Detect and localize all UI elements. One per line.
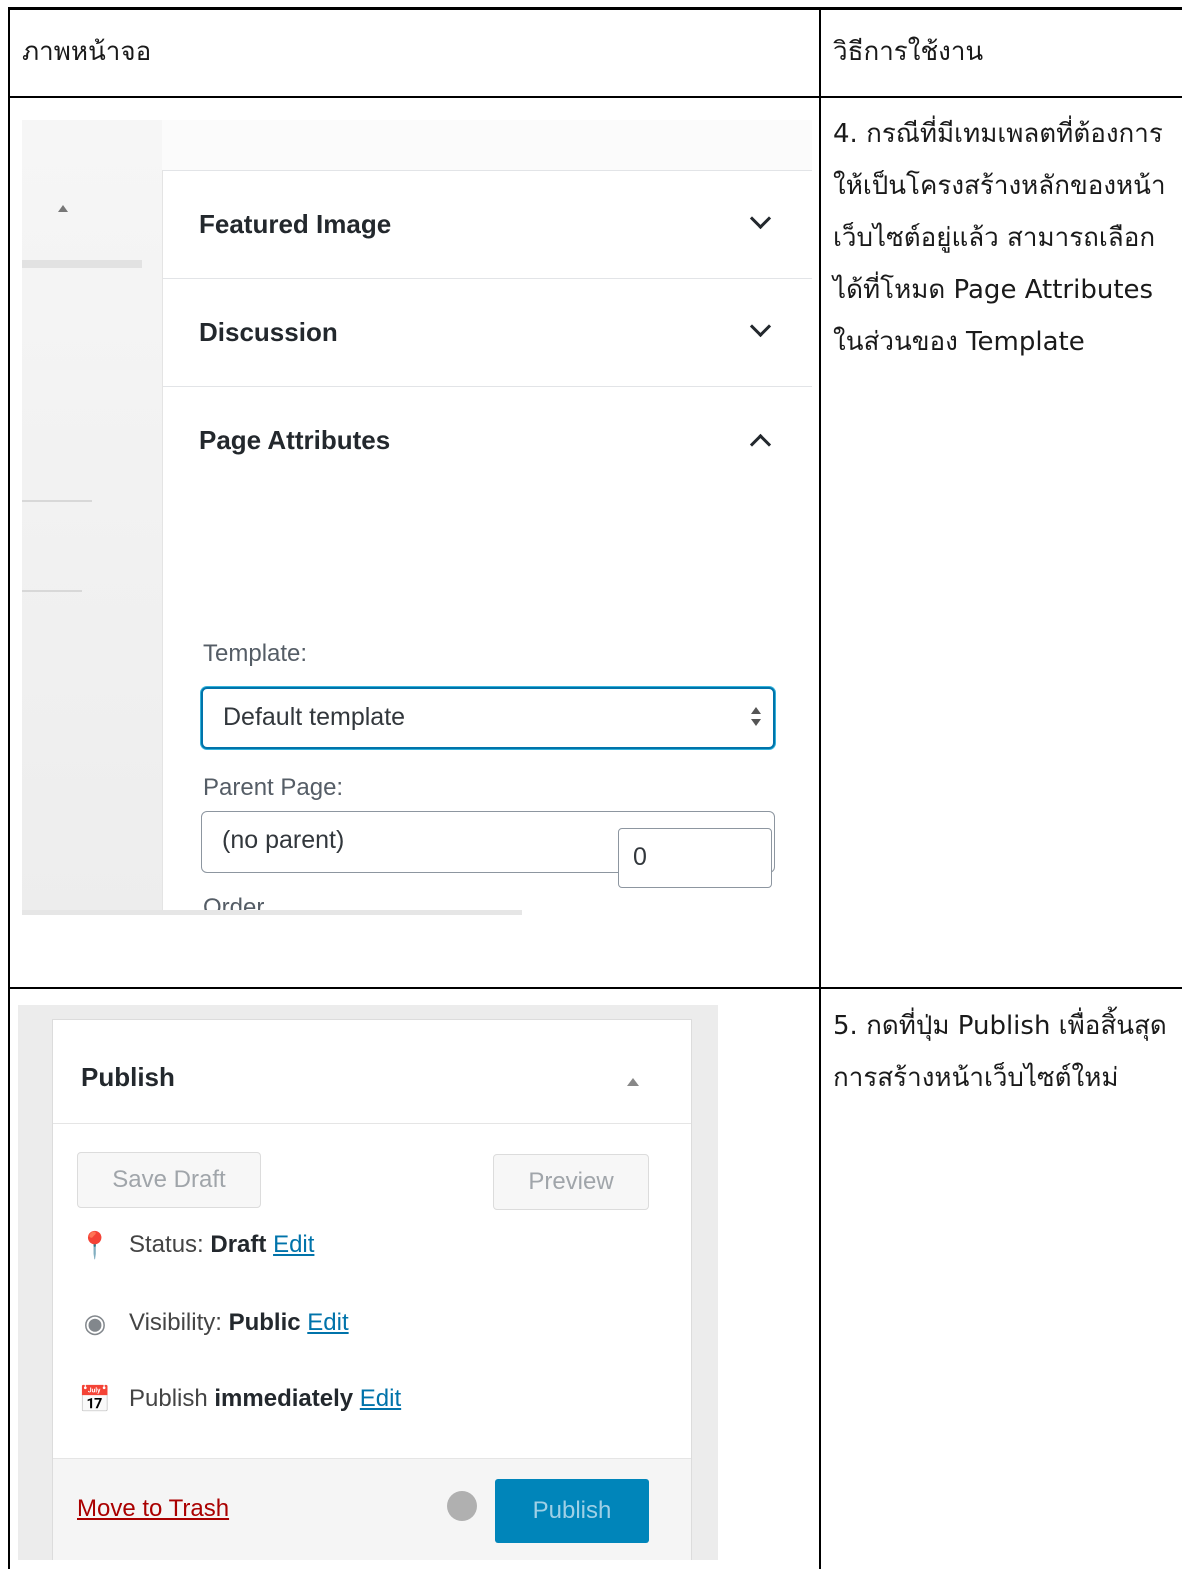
template-label: Template: xyxy=(203,640,308,667)
table-row-divider-2 xyxy=(8,987,1182,989)
chevron-down-icon[interactable] xyxy=(749,315,772,338)
publish-button[interactable]: Publish xyxy=(495,1479,649,1543)
parent-page-label: Parent Page: xyxy=(203,774,344,801)
publish-actions: Move to Trash Publish xyxy=(53,1458,691,1560)
document-sidebar-panel: Featured Image Discussion Page Attribute… xyxy=(162,170,812,915)
editor-left-strip xyxy=(22,120,162,915)
featured-image-title: Featured Image xyxy=(199,209,392,239)
header-screenshot: ภาพหน้าจอ xyxy=(22,37,152,67)
status-row: 📍 Status: Draft Edit xyxy=(77,1230,315,1261)
template-select-value: Default template xyxy=(223,703,406,731)
calendar-icon: 📅 xyxy=(78,1384,112,1414)
publish-date-label: Publish xyxy=(129,1384,215,1412)
pin-icon: 📍 xyxy=(78,1230,112,1260)
move-to-trash-link[interactable]: Move to Trash xyxy=(77,1495,229,1523)
status-edit-link[interactable]: Edit xyxy=(273,1231,314,1258)
eye-icon: ◉ xyxy=(83,1308,107,1338)
table-border-top xyxy=(8,7,1182,10)
discussion-title: Discussion xyxy=(199,317,338,347)
table-column-divider xyxy=(819,7,821,1569)
status-value: Draft xyxy=(210,1230,267,1258)
instruction-step-5: 5. กดที่ปุ่ม Publish เพื่อสิ้นสุด การสร้… xyxy=(833,1011,1167,1093)
chevron-up-icon[interactable] xyxy=(749,433,772,456)
visibility-row: ◉ Visibility: Public Edit xyxy=(77,1308,349,1339)
page-attributes-screenshot: Featured Image Discussion Page Attribute… xyxy=(22,120,812,915)
template-select[interactable]: Default template xyxy=(201,687,775,749)
save-draft-button[interactable]: Save Draft xyxy=(77,1152,261,1208)
parent-page-select-value: (no parent) xyxy=(222,826,345,854)
instruction-step-4: 4. กรณีที่มีเทมเพลตที่ต้องการ ให้เป็นโคร… xyxy=(833,119,1166,357)
publish-title: Publish xyxy=(81,1062,175,1092)
collapse-toggle-icon[interactable] xyxy=(627,1078,639,1086)
preview-button[interactable]: Preview xyxy=(493,1154,649,1210)
order-input[interactable]: 0 xyxy=(618,828,772,888)
select-arrows-icon xyxy=(751,707,761,731)
publish-box-screenshot: Publish Save Draft Preview 📍 Status: Draf… xyxy=(18,1005,718,1560)
section-discussion[interactable]: Discussion xyxy=(163,278,812,387)
visibility-edit-link[interactable]: Edit xyxy=(307,1309,348,1336)
page-attributes-title: Page Attributes xyxy=(199,425,391,455)
table-border-left xyxy=(8,7,10,1569)
publish-date-value: immediately xyxy=(214,1384,354,1412)
publish-metabox: Publish Save Draft Preview 📍 Status: Draf… xyxy=(52,1019,692,1560)
table-row-divider-1 xyxy=(8,96,1182,98)
spinner-icon xyxy=(447,1491,477,1521)
visibility-value: Public xyxy=(228,1308,301,1336)
chevron-down-icon[interactable] xyxy=(749,207,772,230)
publish-date-row: 📅 Publish immediately Edit xyxy=(77,1384,401,1415)
section-featured-image[interactable]: Featured Image xyxy=(163,170,812,279)
status-label: Status: xyxy=(129,1230,211,1258)
header-usage: วิธีการใช้งาน xyxy=(833,37,984,67)
order-input-value: 0 xyxy=(633,843,647,871)
publish-date-edit-link[interactable]: Edit xyxy=(360,1385,401,1412)
collapse-arrow-icon xyxy=(58,205,68,212)
visibility-label: Visibility: xyxy=(129,1308,229,1336)
